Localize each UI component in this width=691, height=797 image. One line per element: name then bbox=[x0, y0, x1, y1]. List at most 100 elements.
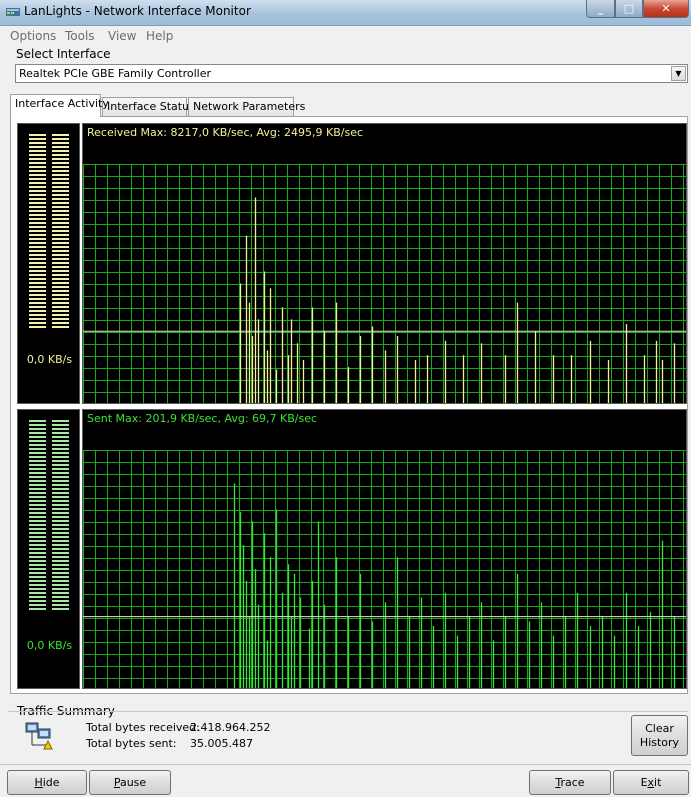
meter-segment bbox=[29, 536, 46, 538]
meter-segment bbox=[29, 560, 46, 562]
hide-button[interactable]: Hide bbox=[7, 770, 87, 795]
meter-segment bbox=[29, 282, 46, 284]
meter-segment bbox=[52, 230, 69, 232]
meter-segment bbox=[52, 552, 69, 554]
interface-dropdown-value: Realtek PCIe GBE Family Controller bbox=[19, 67, 212, 80]
meter-segment bbox=[29, 310, 46, 312]
meter-segment bbox=[52, 266, 69, 268]
chevron-down-icon[interactable]: ▼ bbox=[671, 66, 686, 81]
menu-options[interactable]: Options bbox=[10, 29, 56, 43]
meter-segment bbox=[29, 588, 46, 590]
meter-segment bbox=[29, 556, 46, 558]
meter-segment bbox=[52, 512, 69, 514]
meter-segment bbox=[29, 600, 46, 602]
meter-segment bbox=[29, 202, 46, 204]
meter-segment bbox=[52, 198, 69, 200]
meter-segment bbox=[29, 580, 46, 582]
close-button[interactable]: ✕ bbox=[643, 0, 689, 18]
menu-help[interactable]: Help bbox=[146, 29, 173, 43]
select-interface-label: Select Interface bbox=[16, 47, 111, 61]
meter-segment bbox=[52, 214, 69, 216]
received-meter-column-left bbox=[29, 134, 46, 330]
meter-segment bbox=[52, 444, 69, 446]
meter-segment bbox=[52, 226, 69, 228]
title-bar[interactable]: LanLights - Network Interface Monitor _ … bbox=[0, 0, 691, 26]
meter-segment bbox=[52, 476, 69, 478]
exit-button-label: Exit bbox=[641, 776, 662, 789]
meter-segment bbox=[29, 476, 46, 478]
meter-segment bbox=[29, 448, 46, 450]
meter-segment bbox=[52, 460, 69, 462]
meter-segment bbox=[29, 520, 46, 522]
meter-segment bbox=[52, 310, 69, 312]
exit-rest: it bbox=[654, 776, 662, 789]
meter-segment bbox=[29, 210, 46, 212]
exit-button[interactable]: Exit bbox=[613, 770, 689, 795]
meter-segment bbox=[52, 496, 69, 498]
meter-segment bbox=[52, 540, 69, 542]
total-sent-value: 35.005.487 bbox=[190, 737, 253, 750]
received-meter-column-right bbox=[52, 134, 69, 330]
menu-view[interactable]: View bbox=[108, 29, 136, 43]
hide-accelerator: H bbox=[34, 776, 43, 789]
meter-segment bbox=[52, 560, 69, 562]
total-received-label: Total bytes received: bbox=[86, 721, 200, 734]
received-graph-header: Received Max: 8217,0 KB/sec, Avg: 2495,9… bbox=[87, 126, 364, 139]
meter-segment bbox=[29, 436, 46, 438]
meter-segment bbox=[29, 234, 46, 236]
meter-segment bbox=[52, 282, 69, 284]
meter-segment bbox=[52, 262, 69, 264]
received-meter: 0,0 KB/s bbox=[17, 123, 80, 404]
meter-segment bbox=[29, 444, 46, 446]
meter-segment bbox=[52, 568, 69, 570]
meter-segment bbox=[52, 456, 69, 458]
sent-meter-column-right bbox=[52, 420, 69, 611]
meter-segment bbox=[52, 302, 69, 304]
clear-history-button[interactable]: Clear History bbox=[631, 715, 688, 756]
sent-graph-header: Sent Max: 201,9 KB/sec, Avg: 69,7 KB/sec bbox=[87, 412, 318, 425]
meter-segment bbox=[52, 544, 69, 546]
meter-segment bbox=[52, 186, 69, 188]
interface-dropdown[interactable]: Realtek PCIe GBE Family Controller ▼ bbox=[15, 64, 688, 83]
maximize-button[interactable]: □ bbox=[615, 0, 643, 18]
meter-segment bbox=[29, 170, 46, 172]
meter-segment bbox=[29, 198, 46, 200]
meter-segment bbox=[29, 158, 46, 160]
pause-button[interactable]: Pause bbox=[89, 770, 171, 795]
meter-segment bbox=[52, 206, 69, 208]
meter-segment bbox=[52, 600, 69, 602]
tab-interface-status[interactable]: Interface Status bbox=[102, 97, 195, 116]
meter-segment bbox=[29, 512, 46, 514]
meter-segment bbox=[52, 500, 69, 502]
meter-segment bbox=[29, 190, 46, 192]
meter-segment bbox=[52, 170, 69, 172]
meter-segment bbox=[52, 246, 69, 248]
meter-segment bbox=[29, 504, 46, 506]
meter-segment bbox=[29, 428, 46, 430]
meter-segment bbox=[29, 294, 46, 296]
meter-segment bbox=[52, 242, 69, 244]
meter-segment bbox=[52, 580, 69, 582]
meter-segment bbox=[52, 210, 69, 212]
app-icon bbox=[6, 8, 20, 16]
meter-segment bbox=[29, 452, 46, 454]
meter-segment bbox=[52, 314, 69, 316]
tab-interface-activity[interactable]: Interface Activity bbox=[10, 94, 109, 117]
minimize-button[interactable]: _ bbox=[586, 0, 615, 18]
meter-segment bbox=[52, 596, 69, 598]
meter-segment bbox=[29, 270, 46, 272]
menu-tools[interactable]: Tools bbox=[65, 29, 95, 43]
sent-meter-column-left bbox=[29, 420, 46, 611]
tab-network-parameters[interactable]: Network Parameters bbox=[188, 97, 305, 116]
meter-segment bbox=[52, 492, 69, 494]
network-computers-icon bbox=[25, 722, 53, 750]
trace-button[interactable]: Trace bbox=[529, 770, 611, 795]
meter-segment bbox=[52, 234, 69, 236]
total-sent-label: Total bytes sent: bbox=[86, 737, 177, 750]
meter-segment bbox=[29, 604, 46, 606]
meter-segment bbox=[52, 508, 69, 510]
meter-segment bbox=[52, 484, 69, 486]
meter-segment bbox=[29, 302, 46, 304]
meter-segment bbox=[52, 270, 69, 272]
meter-segment bbox=[29, 150, 46, 152]
